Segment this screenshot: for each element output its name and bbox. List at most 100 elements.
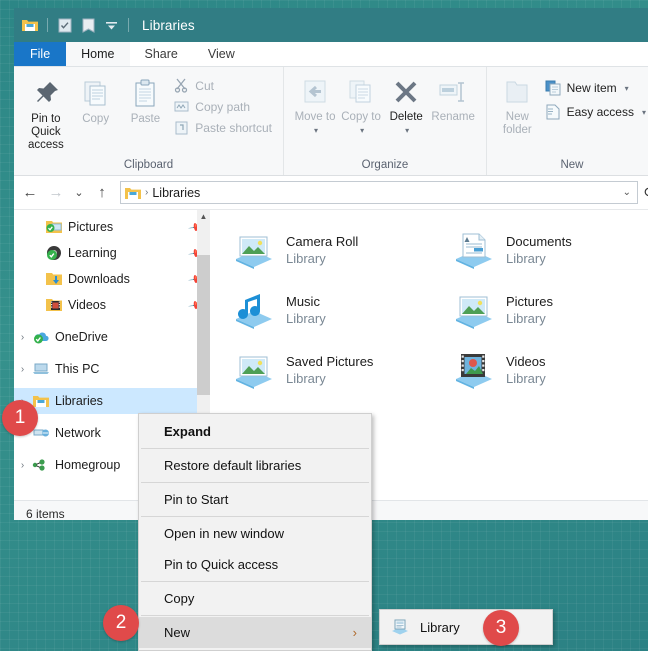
new-library-icon (390, 618, 410, 636)
document-library-icon (452, 231, 496, 269)
menu-item-label: Restore default libraries (164, 458, 302, 473)
item-subtitle: Library (506, 251, 546, 266)
videos-icon (44, 297, 64, 313)
sidebar-item-libraries[interactable]: › Libraries (14, 388, 210, 414)
menu-item-new[interactable]: New › (139, 617, 371, 648)
paste-button[interactable]: Paste (122, 73, 170, 126)
chevron-right-icon[interactable]: › (14, 460, 31, 471)
submenu-item-library[interactable]: Library (380, 612, 552, 642)
menu-item-expand[interactable]: Expand (139, 416, 371, 447)
video-library-icon (452, 351, 496, 389)
chevron-up-icon[interactable]: ▲ (197, 210, 210, 223)
menu-separator (141, 448, 369, 449)
pin-to-quick-access-label: Pin to Quick access (27, 113, 64, 151)
address-bar: ← → ⌄ ↑ › Libraries ⌄ ⟳ (14, 176, 648, 210)
refresh-icon[interactable]: ⟳ (640, 184, 648, 201)
tab-view[interactable]: View (193, 42, 250, 66)
cut-button[interactable]: Cut (171, 77, 275, 94)
scrollbar-thumb[interactable] (197, 255, 210, 395)
chevron-right-icon[interactable]: › (14, 364, 31, 375)
copy-icon (80, 78, 112, 110)
properties-icon[interactable] (55, 15, 75, 35)
tab-home[interactable]: Home (66, 42, 130, 66)
titlebar-divider (47, 18, 48, 32)
copy-path-icon (174, 99, 189, 114)
item-name: Camera Roll (286, 234, 359, 249)
chevron-right-icon[interactable]: › (14, 332, 31, 343)
copy-path-label: Copy path (195, 99, 250, 114)
list-item[interactable]: Videos Library (444, 340, 648, 400)
sidebar-item-this-pc[interactable]: › This PC (14, 356, 210, 382)
titlebar-divider-2 (128, 18, 129, 32)
menu-item-pin-to-quick-access[interactable]: Pin to Quick access (139, 549, 371, 580)
easy-access-button[interactable]: Easy access ▾ (542, 103, 648, 121)
step-badge-3: 3 (483, 610, 519, 646)
onedrive-icon (31, 329, 51, 345)
list-item[interactable]: Music Library (224, 280, 444, 340)
delete-label: Delete ▾ (389, 111, 423, 135)
tab-share[interactable]: Share (130, 42, 193, 66)
sidebar-item-videos[interactable]: Videos 📌 (14, 292, 210, 318)
paste-shortcut-button[interactable]: Paste shortcut (171, 119, 275, 136)
item-name: Videos (506, 354, 546, 369)
this-pc-icon (31, 361, 51, 377)
menu-separator (141, 482, 369, 483)
delete-button[interactable]: Delete ▾ (384, 73, 428, 137)
pin-icon (30, 78, 62, 110)
copy-path-button[interactable]: Copy path (171, 98, 275, 115)
copy-to-button[interactable]: Copy to ▾ (338, 73, 384, 137)
paste-shortcut-icon (174, 120, 189, 135)
sidebar-item-onedrive[interactable]: › OneDrive (14, 324, 210, 350)
paste-label: Paste (130, 113, 161, 125)
move-to-button[interactable]: Move to ▾ (292, 73, 338, 137)
pin-to-quick-access-button[interactable]: Pin to Quick access (22, 73, 70, 152)
new-folder-icon[interactable] (78, 15, 98, 35)
back-arrow-icon[interactable]: ← (18, 181, 42, 205)
downloads-icon (44, 271, 64, 287)
menu-item-label: Copy (164, 591, 195, 606)
sidebar-item-learning[interactable]: Learning 📌 (14, 240, 210, 266)
tab-file[interactable]: File (14, 42, 67, 66)
sidebar-label: Learning (68, 246, 117, 260)
breadcrumb[interactable]: › Libraries ⌄ (120, 181, 638, 204)
rename-button[interactable]: Rename (428, 73, 478, 124)
customize-quick-access-icon[interactable] (101, 15, 121, 35)
new-item-button[interactable]: New item ▾ (542, 79, 648, 97)
chevron-down-icon: ▾ (360, 126, 365, 135)
sidebar-item-downloads[interactable]: Downloads 📌 (14, 266, 210, 292)
step-badge-2: 2 (103, 605, 139, 641)
menu-item-label: New (164, 625, 191, 640)
list-item[interactable]: Camera Roll Library (224, 220, 444, 280)
copy-to-icon (345, 78, 377, 108)
forward-arrow-icon[interactable]: → (44, 181, 68, 205)
menu-item-restore-default-libraries[interactable]: Restore default libraries (139, 450, 371, 481)
chevron-down-icon[interactable]: ⌄ (623, 187, 633, 198)
new-small-buttons: New item ▾ Easy access ▾ (542, 73, 648, 121)
breadcrumb-path: Libraries (152, 185, 201, 200)
item-subtitle: Library (286, 311, 326, 326)
list-item[interactable]: Documents Library (444, 220, 648, 280)
desktop-background: Libraries File Home Share View Pin to Qu… (0, 0, 648, 651)
list-item[interactable]: Saved Pictures Library (224, 340, 444, 400)
sidebar-label: Videos (68, 298, 106, 312)
item-count: 6 items (26, 506, 65, 521)
context-menu: Expand Restore default libraries Pin to … (138, 413, 372, 651)
easy-access-label: Easy access (566, 105, 634, 119)
copy-to-label: Copy to ▾ (341, 111, 381, 135)
menu-item-pin-to-start[interactable]: Pin to Start (139, 484, 371, 515)
up-arrow-icon[interactable]: ↑ (90, 181, 114, 205)
folder-icon[interactable] (20, 15, 40, 35)
menu-item-open-in-new-window[interactable]: Open in new window (139, 518, 371, 549)
item-name: Documents (506, 234, 572, 249)
menu-item-copy[interactable]: Copy (139, 583, 371, 614)
paste-shortcut-label: Paste shortcut (195, 120, 273, 135)
recent-locations-icon[interactable]: ⌄ (70, 181, 88, 205)
menu-separator (141, 581, 369, 582)
new-folder-button[interactable]: New folder (495, 73, 540, 137)
sidebar-item-pictures[interactable]: Pictures 📌 (14, 214, 210, 240)
list-item[interactable]: Pictures Library (444, 280, 648, 340)
ribbon-group-clipboard: Pin to Quick access Copy Paste Cut Copy … (14, 67, 284, 175)
submenu-item-label: Library (420, 619, 460, 635)
delete-x-icon (391, 78, 421, 108)
copy-button[interactable]: Copy (72, 73, 120, 126)
